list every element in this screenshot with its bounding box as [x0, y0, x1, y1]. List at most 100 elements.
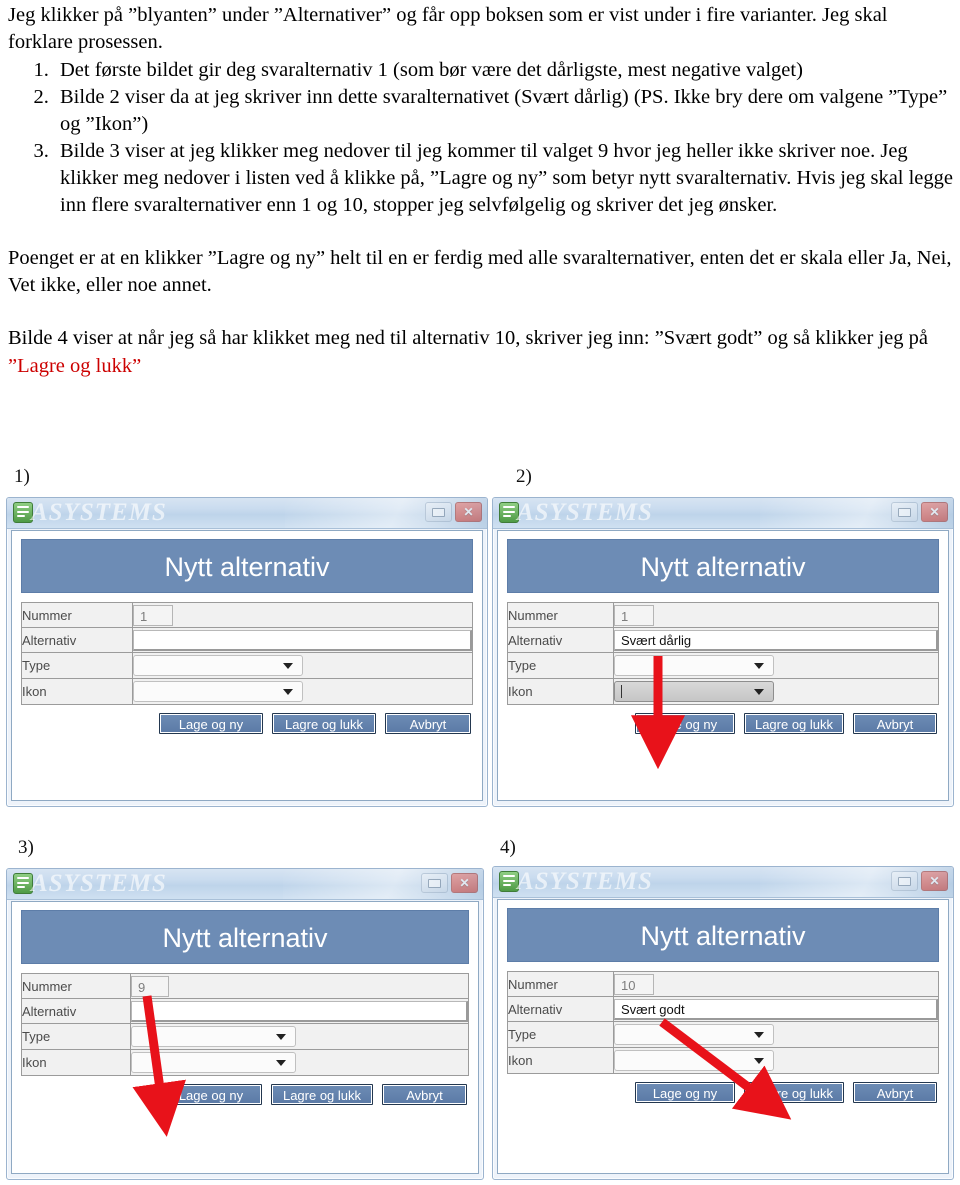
watermark-text: ASYSTEMS — [517, 868, 653, 895]
dialog-3-field-alternativ — [130, 998, 469, 1024]
dialog-4-alternativ-input[interactable]: Svært godt — [614, 998, 938, 1020]
dialog-1-label-nummer: Nummer — [21, 602, 133, 628]
dialog-1-field-alternativ — [132, 627, 473, 653]
dialog-2-alternativ-input[interactable]: Svært dårlig — [614, 629, 938, 651]
dialog-3-field-ikon — [130, 1049, 469, 1076]
dialog-3-window: ASYSTEMS ✕ Nytt alternativ Nummer 9 Alte… — [6, 868, 484, 1180]
close-icon[interactable]: ✕ — [921, 871, 948, 891]
dialog-1-label-alternativ: Alternativ — [21, 627, 133, 653]
dialog-2-titlebar[interactable]: ASYSTEMS ✕ — [493, 498, 953, 529]
text-cursor-icon — [621, 685, 622, 698]
dialog-1-type-combo[interactable] — [133, 655, 303, 676]
dialog-4-nummer-input[interactable]: 10 — [614, 973, 654, 995]
dialog-3-field-nummer: 9 — [130, 973, 469, 999]
dialog-4-button-row: Lage og ny Lagre og lukk Avbryt — [507, 1082, 939, 1103]
dialog-2-type-combo[interactable] — [614, 655, 774, 676]
dialog-3-field-type — [130, 1023, 469, 1050]
minimize-icon[interactable] — [425, 502, 452, 522]
dialog-4-cancel-button[interactable]: Avbryt — [853, 1082, 937, 1103]
dialog-1-row-ikon: Ikon — [21, 678, 473, 705]
dialog-3-alternativ-input[interactable] — [131, 1000, 468, 1022]
dialog-1-cancel-button[interactable]: Avbryt — [385, 713, 471, 734]
dialog-1-field-ikon — [132, 678, 473, 705]
dialog-3-type-combo[interactable] — [131, 1026, 296, 1047]
steps-list: Det første bildet gir deg svaralternativ… — [8, 57, 954, 219]
dialog-2-save-new-button[interactable]: Lage og ny — [635, 713, 735, 734]
dialog-2-field-ikon — [613, 678, 939, 705]
dialog-1-save-close-button[interactable]: Lagre og lukk — [272, 713, 376, 734]
minimize-icon[interactable] — [891, 502, 918, 522]
dialog-1-nummer-input[interactable]: 1 — [133, 604, 173, 626]
dialog-1-field-nummer: 1 — [132, 602, 473, 628]
figure-caption-3: 3) — [18, 837, 34, 858]
dialog-4-row-type: Type — [507, 1021, 939, 1048]
dialog-3-save-close-button[interactable]: Lagre og lukk — [271, 1084, 373, 1105]
dialog-1-alternativ-input[interactable] — [133, 629, 472, 651]
dialog-3-titlebar[interactable]: ASYSTEMS ✕ — [7, 869, 483, 900]
dialog-3-button-row: Lage og ny Lagre og lukk Avbryt — [21, 1084, 469, 1105]
minimize-icon[interactable] — [421, 873, 448, 893]
dialog-3-body: Nytt alternativ Nummer 9 Alternativ Type — [11, 901, 479, 1174]
form-document-icon — [499, 502, 519, 523]
dialog-2-field-alternativ: Svært dårlig — [613, 627, 939, 653]
form-document-icon — [13, 502, 33, 523]
dialog-4-field-alternativ: Svært godt — [613, 996, 939, 1022]
dialog-1-save-new-button[interactable]: Lage og ny — [159, 713, 263, 734]
dialog-4-field-nummer: 10 — [613, 971, 939, 997]
dialog-4-window: ASYSTEMS ✕ Nytt alternativ Nummer 10 Alt… — [492, 866, 954, 1180]
dialog-2-label-nummer: Nummer — [507, 602, 614, 628]
dialog-2-save-close-button[interactable]: Lagre og lukk — [744, 713, 844, 734]
dialog-4-header-title: Nytt alternativ — [507, 908, 939, 962]
dialog-1-ikon-combo[interactable] — [133, 681, 303, 702]
dialog-4-save-close-button[interactable]: Lagre og lukk — [744, 1082, 844, 1103]
chevron-down-icon — [754, 1031, 764, 1038]
dialog-3-ikon-combo[interactable] — [131, 1052, 296, 1073]
minimize-icon[interactable] — [891, 871, 918, 891]
dialog-4-ikon-combo[interactable] — [614, 1050, 774, 1071]
dialog-3-row-type: Type — [21, 1023, 469, 1050]
dialog-4-window-buttons: ✕ — [891, 871, 948, 891]
dialog-1-button-row: Lage og ny Lagre og lukk Avbryt — [21, 713, 473, 734]
dialog-1-field-type — [132, 652, 473, 679]
dialog-4-field-ikon — [613, 1047, 939, 1074]
dialog-4-type-combo[interactable] — [614, 1024, 774, 1045]
dialog-2-label-type: Type — [507, 652, 614, 679]
dialog-4-body: Nytt alternativ Nummer 10 Alternativ Svæ… — [497, 899, 949, 1174]
dialog-2-nummer-input[interactable]: 1 — [614, 604, 654, 626]
dialog-2-ikon-combo[interactable] — [614, 681, 774, 702]
watermark-text: ASYSTEMS — [31, 499, 167, 526]
chevron-down-icon — [276, 1033, 286, 1040]
dialog-4-row-nummer: Nummer 10 — [507, 971, 939, 997]
dialog-2-button-row: Lage og ny Lagre og lukk Avbryt — [507, 713, 939, 734]
dialog-3-label-nummer: Nummer — [21, 973, 131, 999]
chevron-down-icon — [754, 1057, 764, 1064]
dialog-3-save-new-button[interactable]: Lage og ny — [160, 1084, 262, 1105]
dialog-4-label-ikon: Ikon — [507, 1047, 614, 1074]
close-icon[interactable]: ✕ — [455, 502, 482, 522]
dialog-2-row-nummer: Nummer 1 — [507, 602, 939, 628]
chevron-down-icon — [754, 662, 764, 669]
figure-caption-2: 2) — [516, 466, 532, 487]
dialog-3-header-title: Nytt alternativ — [21, 910, 469, 964]
dialog-4-save-new-button[interactable]: Lage og ny — [635, 1082, 735, 1103]
dialog-4-row-alternativ: Alternativ Svært godt — [507, 996, 939, 1022]
dialog-4-field-type — [613, 1021, 939, 1048]
dialog-1-form-grid: Nummer 1 Alternativ Type Ikon — [21, 602, 473, 705]
dialog-4-titlebar[interactable]: ASYSTEMS ✕ — [493, 867, 953, 898]
dialog-1-titlebar[interactable]: ASYSTEMS ✕ — [7, 498, 487, 529]
close-icon[interactable]: ✕ — [921, 502, 948, 522]
close-icon[interactable]: ✕ — [451, 873, 478, 893]
dialog-2-field-nummer: 1 — [613, 602, 939, 628]
dialog-2-row-alternativ: Alternativ Svært dårlig — [507, 627, 939, 653]
paragraph-3-highlight: ”Lagre og lukk” — [8, 354, 142, 377]
dialog-3-cancel-button[interactable]: Avbryt — [382, 1084, 467, 1105]
dialog-3-nummer-input[interactable]: 9 — [131, 975, 169, 997]
dialog-4-form-grid: Nummer 10 Alternativ Svært godt Type Iko… — [507, 971, 939, 1074]
step-item-1: Det første bildet gir deg svaralternativ… — [54, 57, 954, 84]
figure-caption-1: 1) — [14, 466, 30, 487]
dialog-1-window-buttons: ✕ — [425, 502, 482, 522]
dialog-2-cancel-button[interactable]: Avbryt — [853, 713, 937, 734]
watermark-text: ASYSTEMS — [31, 870, 167, 897]
dialog-2-window: ASYSTEMS ✕ Nytt alternativ Nummer 1 Alte… — [492, 497, 954, 807]
